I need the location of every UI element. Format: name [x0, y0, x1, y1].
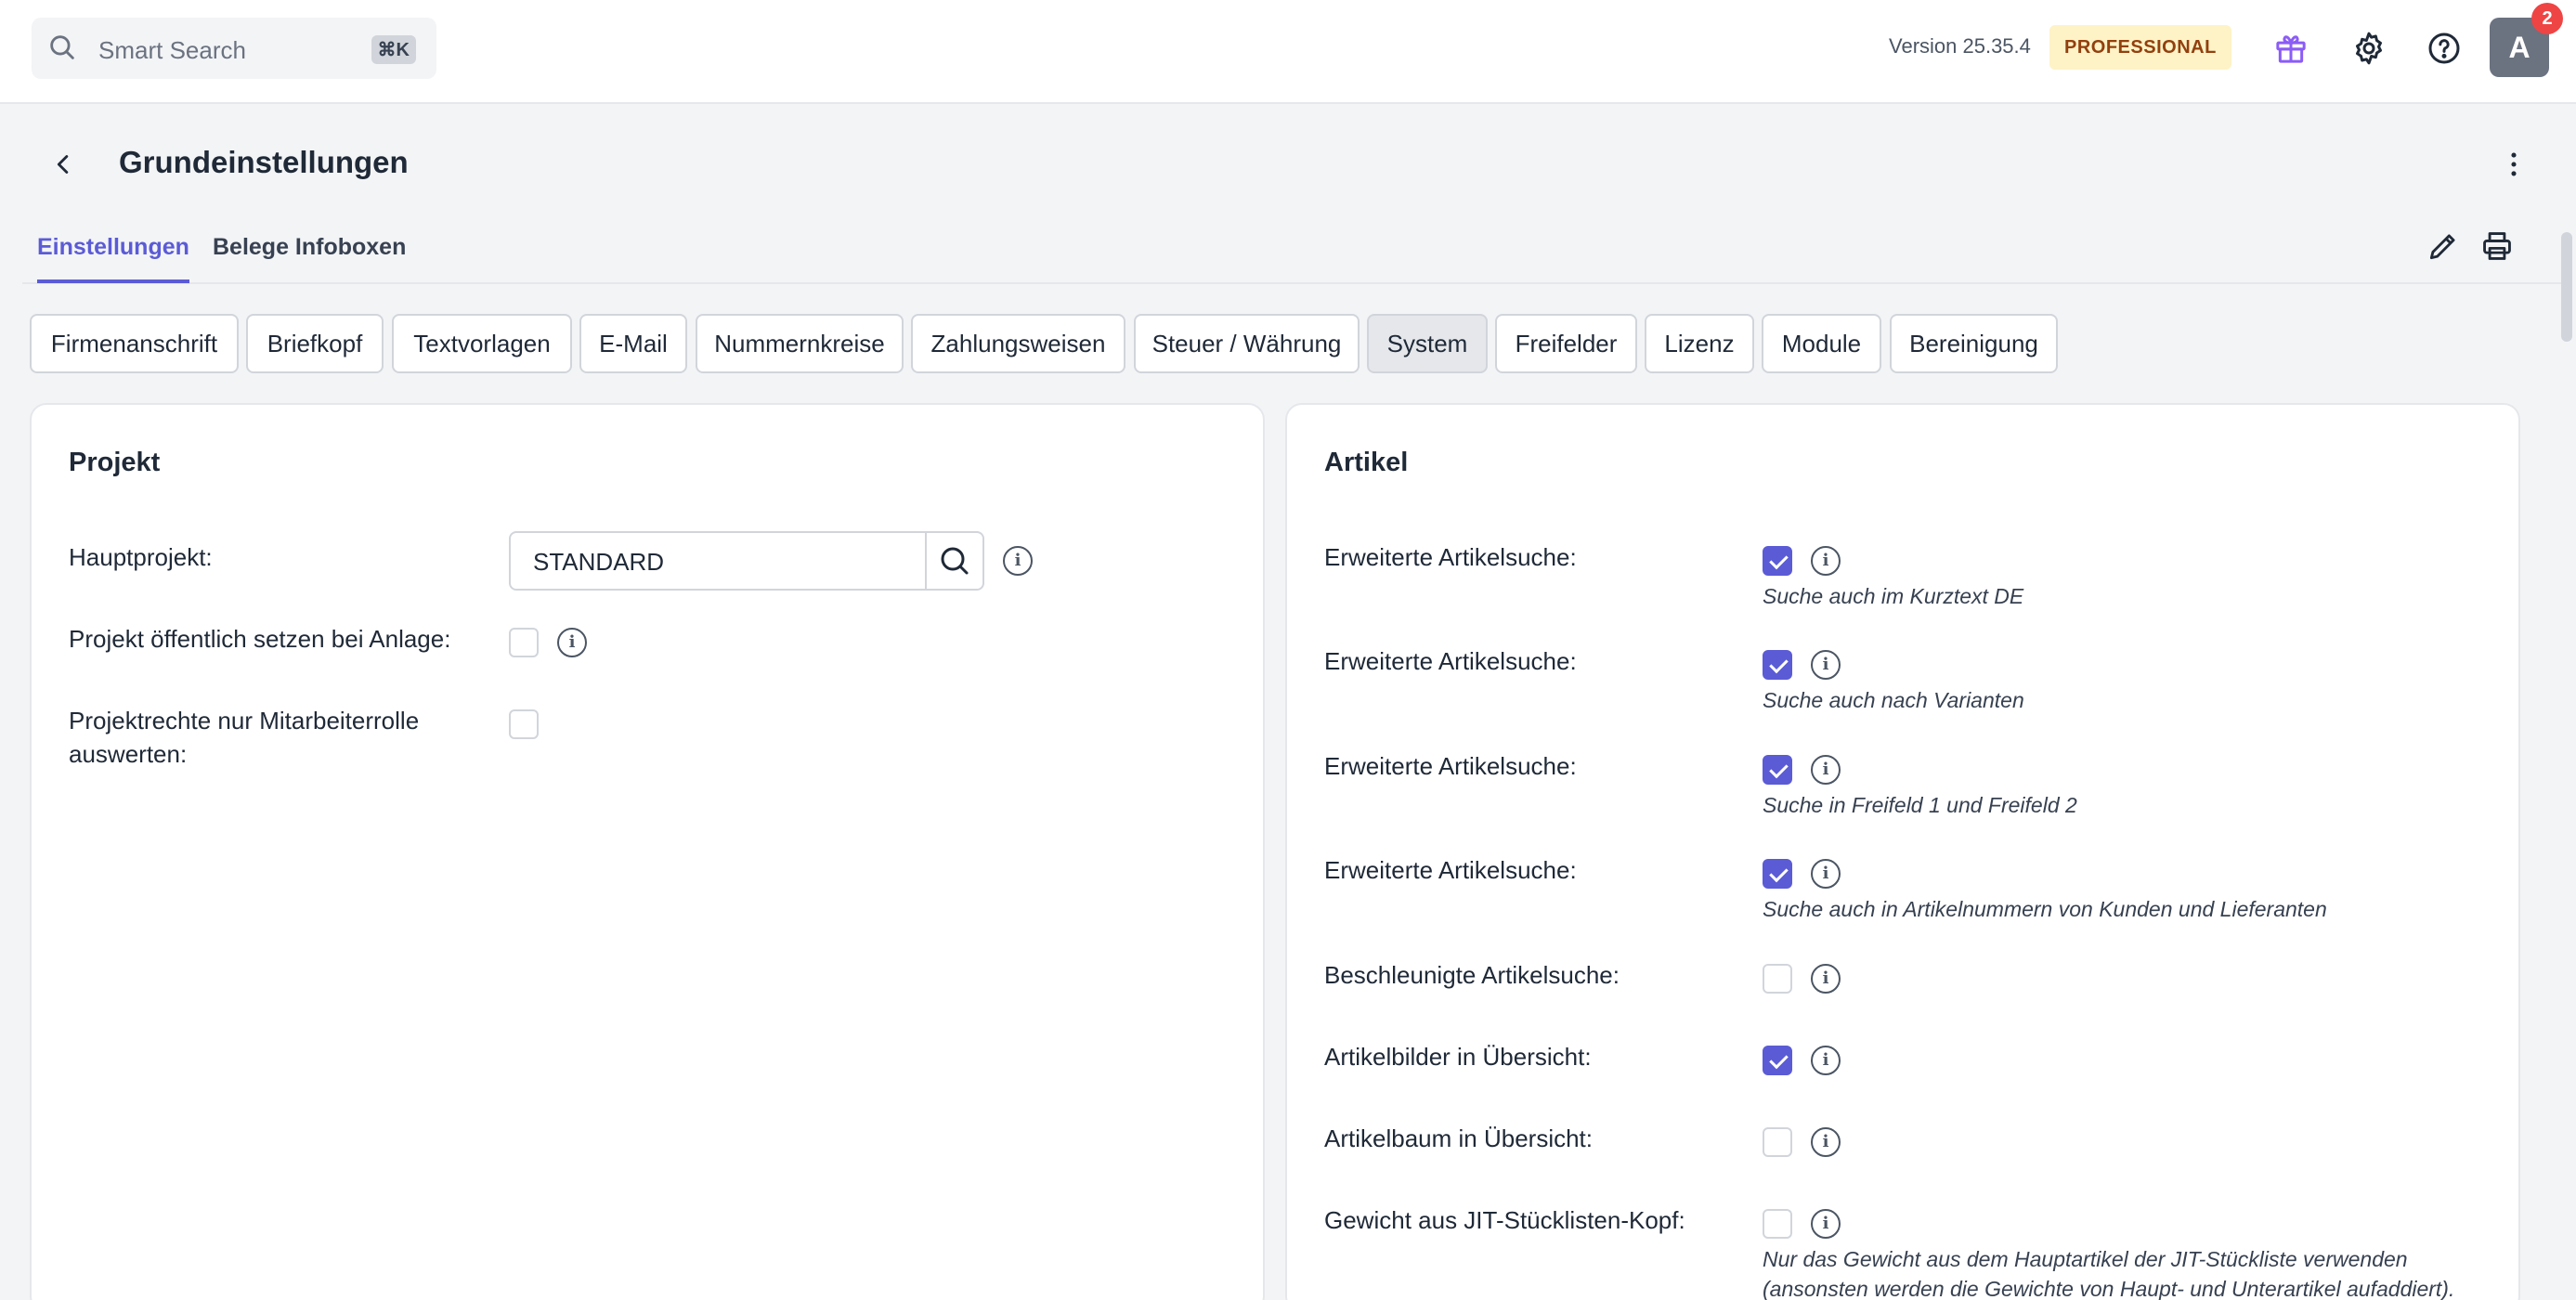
- info-icon[interactable]: i: [1811, 1209, 1841, 1239]
- info-icon[interactable]: i: [1811, 755, 1841, 785]
- artikel-row-label: Erweiterte Artikelsuche:: [1324, 543, 1577, 571]
- hauptprojekt-value: STANDARD: [533, 548, 665, 576]
- search-icon: [46, 32, 78, 68]
- artikel-row-hint: Suche auch in Artikelnummern von Kunden …: [1763, 897, 2327, 921]
- projekt-card: Projekt Hauptprojekt: STANDARD i Projekt…: [30, 403, 1265, 1300]
- oeffentlich-checkbox[interactable]: [509, 628, 539, 657]
- subnav-module[interactable]: Module: [1762, 314, 1881, 373]
- back-icon[interactable]: [48, 149, 80, 180]
- artikel-card-title: Artikel: [1324, 448, 1409, 477]
- artikel-row-label: Erweiterte Artikelsuche:: [1324, 856, 1577, 884]
- notification-badge[interactable]: 2: [2531, 3, 2563, 34]
- subnav-zahlungsweisen[interactable]: Zahlungsweisen: [911, 314, 1125, 373]
- artikel-row-label: Artikelbaum in Übersicht:: [1324, 1124, 1593, 1152]
- jit-gewicht-checkbox[interactable]: [1763, 1209, 1792, 1239]
- info-icon[interactable]: i: [1811, 1046, 1841, 1075]
- page-title: Grundeinstellungen: [119, 145, 409, 179]
- search-shortcut: ⌘K: [371, 35, 416, 64]
- info-icon[interactable]: i: [1003, 546, 1033, 576]
- gear-icon[interactable]: [2350, 30, 2387, 67]
- erweiterte-suche-artikelnummern-checkbox[interactable]: [1763, 859, 1792, 889]
- subnav-firmenanschrift[interactable]: Firmenanschrift: [30, 314, 239, 373]
- tab-einstellungen[interactable]: Einstellungen: [37, 234, 189, 283]
- hauptprojekt-input[interactable]: STANDARD: [509, 531, 984, 591]
- projektrechte-checkbox[interactable]: [509, 709, 539, 739]
- oeffentlich-label: Projekt öffentlich setzen bei Anlage:: [69, 625, 451, 653]
- print-icon[interactable]: [2479, 228, 2515, 264]
- subnav-nummernkreise[interactable]: Nummernkreise: [696, 314, 904, 373]
- scrollbar[interactable]: [2561, 232, 2572, 342]
- subnav-lizenz[interactable]: Lizenz: [1645, 314, 1754, 373]
- erweiterte-suche-freifeld-checkbox[interactable]: [1763, 755, 1792, 785]
- search-placeholder: Smart Search: [98, 36, 246, 64]
- top-bar: Smart Search ⌘K Version 25.35.4 PROFESSI…: [0, 0, 2576, 104]
- info-icon[interactable]: i: [557, 628, 587, 657]
- erweiterte-suche-varianten-checkbox[interactable]: [1763, 650, 1792, 680]
- artikel-row-hint: Suche auch nach Varianten: [1763, 688, 2024, 712]
- subnav-textvorlagen[interactable]: Textvorlagen: [392, 314, 572, 373]
- hauptprojekt-label: Hauptprojekt:: [69, 543, 213, 571]
- artikel-card: Artikel Erweiterte Artikelsuche: i Suche…: [1285, 403, 2520, 1300]
- artikel-row-hint-line2: (ansonsten werden die Gewichte von Haupt…: [1763, 1277, 2455, 1300]
- hauptprojekt-search-button[interactable]: [925, 533, 982, 589]
- artikelbaum-checkbox[interactable]: [1763, 1127, 1792, 1157]
- artikelbilder-checkbox[interactable]: [1763, 1046, 1792, 1075]
- projektrechte-label-line2: auswerten:: [69, 740, 188, 768]
- info-icon[interactable]: i: [1811, 1127, 1841, 1157]
- help-icon[interactable]: [2426, 30, 2463, 67]
- subnav-steuer-waehrung[interactable]: Steuer / Währung: [1134, 314, 1360, 373]
- artikel-row-hint: Nur das Gewicht aus dem Hauptartikel der…: [1763, 1247, 2408, 1271]
- subnav-system[interactable]: System: [1367, 314, 1488, 373]
- smart-search[interactable]: Smart Search ⌘K: [32, 18, 436, 79]
- info-icon[interactable]: i: [1811, 859, 1841, 889]
- erweiterte-suche-kurztext-checkbox[interactable]: [1763, 546, 1792, 576]
- artikel-row-label: Beschleunigte Artikelsuche:: [1324, 961, 1620, 989]
- subnav-e-mail[interactable]: E-Mail: [579, 314, 687, 373]
- page-tabs: Einstellungen Belege Infoboxen: [22, 230, 2567, 284]
- tab-belege-infoboxen[interactable]: Belege Infoboxen: [213, 234, 406, 280]
- subnav-freifelder[interactable]: Freifelder: [1495, 314, 1637, 373]
- version-label: Version 25.35.4: [1889, 34, 2031, 58]
- artikel-row-hint: Suche auch im Kurztext DE: [1763, 584, 2024, 608]
- artikel-row-label: Gewicht aus JIT-Stücklisten-Kopf:: [1324, 1206, 1685, 1234]
- subnav-bereinigung[interactable]: Bereinigung: [1890, 314, 2058, 373]
- beschleunigte-suche-checkbox[interactable]: [1763, 964, 1792, 994]
- edit-icon[interactable]: [2426, 228, 2461, 264]
- info-icon[interactable]: i: [1811, 546, 1841, 576]
- plan-badge: PROFESSIONAL: [2049, 25, 2231, 70]
- artikel-row-label: Erweiterte Artikelsuche:: [1324, 647, 1577, 675]
- more-options-icon[interactable]: [2498, 149, 2530, 180]
- subnav-briefkopf[interactable]: Briefkopf: [246, 314, 384, 373]
- gift-icon[interactable]: [2272, 30, 2309, 67]
- projekt-card-title: Projekt: [69, 448, 161, 477]
- artikel-row-hint: Suche in Freifeld 1 und Freifeld 2: [1763, 793, 2077, 817]
- info-icon[interactable]: i: [1811, 650, 1841, 680]
- artikel-row-label: Artikelbilder in Übersicht:: [1324, 1043, 1592, 1071]
- projektrechte-label-line1: Projektrechte nur Mitarbeiterrolle: [69, 707, 420, 734]
- info-icon[interactable]: i: [1811, 964, 1841, 994]
- artikel-row-label: Erweiterte Artikelsuche:: [1324, 752, 1577, 780]
